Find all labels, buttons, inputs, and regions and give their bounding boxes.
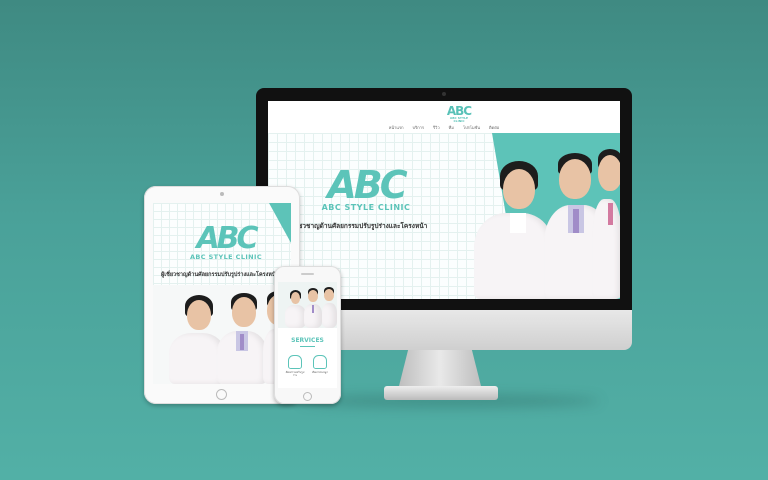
nav-item[interactable]: หน้าแรก xyxy=(389,123,404,133)
services-divider xyxy=(300,346,315,347)
camera-icon xyxy=(442,92,446,96)
doctor-photo-woman xyxy=(464,161,554,299)
hero-logo-name: ABC STYLE CLINIC xyxy=(321,203,411,212)
mockup-stage: ABC ABC STYLE CLINIC หน้าแรก บริการ รีวิ… xyxy=(0,0,768,480)
tablet-logo-letters: ABC xyxy=(196,221,258,256)
doctor-photo-man xyxy=(304,288,322,328)
doctor-photo-man-2 xyxy=(592,149,620,299)
tablet-logo[interactable]: ABC ABC STYLE CLINIC xyxy=(181,221,271,262)
tablet-website: ABC ABC STYLE CLINIC ผู้เชี่ยวชาญด้านศัล… xyxy=(153,203,291,384)
phone-device: SERVICES ศัลยกรรมปรับรูปร่าง ศัลยกรรมจมู… xyxy=(274,266,341,404)
home-button[interactable] xyxy=(216,389,227,400)
home-button[interactable] xyxy=(303,392,312,401)
nose-icon[interactable] xyxy=(313,355,327,369)
tablet-tagline: ผู้เชี่ยวชาญด้านศัลยกรรมปรับรูปร่างและโค… xyxy=(161,272,279,278)
nav-item[interactable]: รีวิว xyxy=(433,123,440,133)
phone-website: SERVICES ศัลยกรรมปรับรูปร่าง ศัลยกรรมจมู… xyxy=(278,282,337,388)
doctor-photo-man xyxy=(217,293,267,384)
hero-logo-letters: ABC xyxy=(327,163,407,207)
services-heading: SERVICES xyxy=(291,337,324,344)
doctor-photo-woman xyxy=(284,290,306,328)
tablet-logo-name: ABC STYLE CLINIC xyxy=(189,253,263,261)
doctor-photo-woman xyxy=(165,295,225,384)
site-nav: หน้าแรก บริการ รีวิว ทีม โปรโมชั่น ติดต่… xyxy=(268,123,620,133)
speaker-icon xyxy=(301,273,314,275)
service-label[interactable]: ศัลยกรรมจมูก xyxy=(310,371,330,374)
nav-item[interactable]: โปรโมชั่น xyxy=(463,123,480,133)
phone-doctors-photo xyxy=(278,282,337,328)
service-label[interactable]: ศัลยกรรมปรับรูปร่าง xyxy=(285,371,305,377)
nav-item[interactable]: บริการ xyxy=(413,123,425,133)
body-icon[interactable] xyxy=(288,355,302,369)
nav-item[interactable]: ติดต่อ xyxy=(489,123,499,133)
nav-item[interactable]: ทีม xyxy=(449,123,454,133)
doctor-photo-man-2 xyxy=(322,287,337,328)
tablet-doctors-photo xyxy=(153,285,291,384)
hero-tagline: ชวชาญด้านศัลยกรรมปรับรูปร่างและโครงหน้า xyxy=(298,222,428,230)
camera-icon xyxy=(220,192,224,196)
imac-stand-neck xyxy=(398,350,482,390)
hero-logo: ABC ABC STYLE CLINIC xyxy=(316,163,416,212)
site-logo[interactable]: ABC ABC STYLE CLINIC xyxy=(444,105,474,123)
imac-stand-foot xyxy=(384,386,498,400)
